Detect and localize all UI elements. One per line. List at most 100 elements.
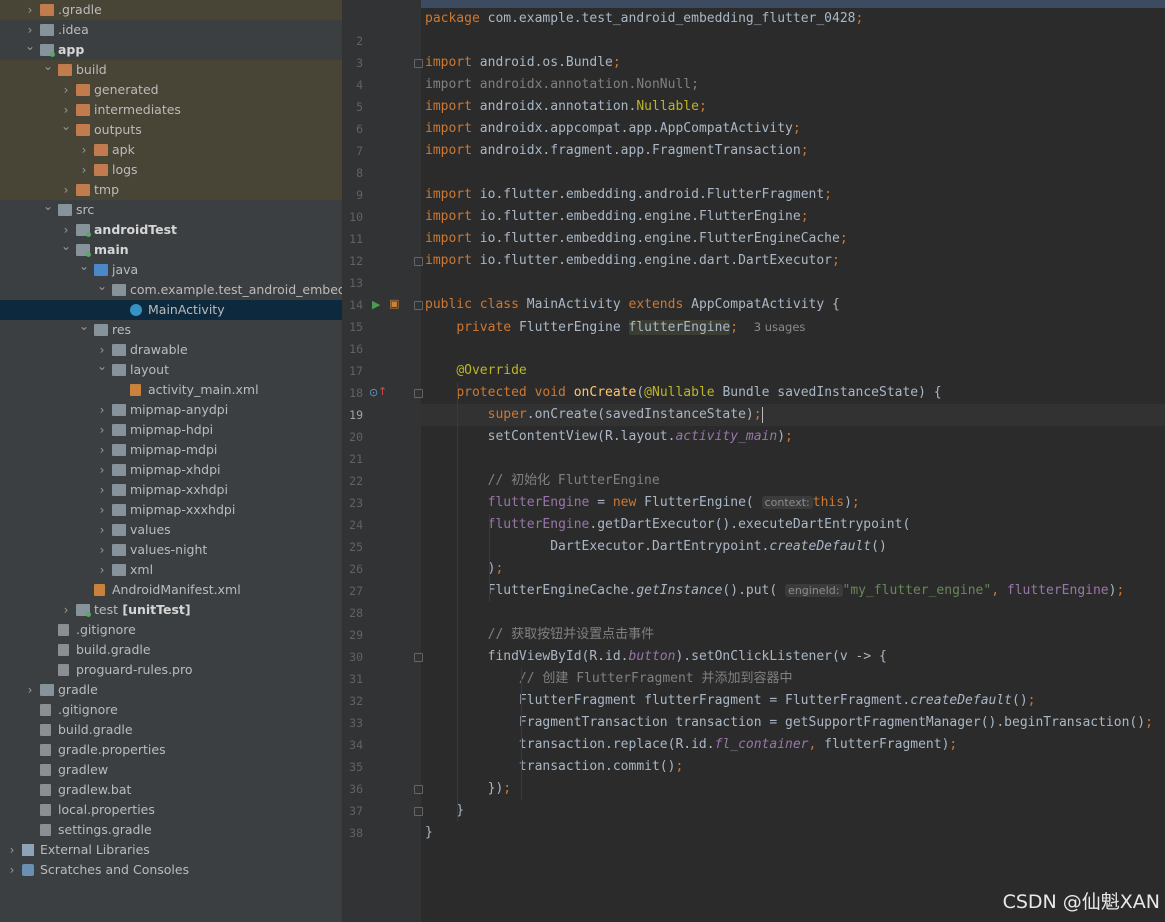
override-icon[interactable]: ⊙ <box>369 387 378 399</box>
tree-item[interactable]: › mipmap-anydpi <box>0 400 342 420</box>
tree-item[interactable]: › test [unitTest] <box>0 600 342 620</box>
chevron-right-icon[interactable]: › <box>60 180 72 200</box>
chevron-right-icon[interactable]: › <box>60 220 72 240</box>
tree-item[interactable]: › Scratches and Consoles <box>0 860 342 880</box>
chevron-down-icon[interactable]: ⌄ <box>42 60 54 76</box>
tree-item[interactable]: ⌄ res <box>0 320 342 340</box>
tree-item[interactable]: › gradle <box>0 680 342 700</box>
code-line[interactable]: super.onCreate(savedInstanceState); <box>425 404 763 426</box>
chevron-right-icon[interactable]: › <box>60 600 72 620</box>
tree-item[interactable]: local.properties <box>0 800 342 820</box>
chevron-down-icon[interactable]: ⌄ <box>78 320 90 336</box>
chevron-down-icon[interactable]: ⌄ <box>96 360 108 376</box>
chevron-right-icon[interactable]: › <box>78 140 90 160</box>
tree-item[interactable]: › .idea <box>0 20 342 40</box>
chevron-right-icon[interactable]: › <box>6 860 18 880</box>
code-line[interactable]: DartExecutor.DartEntrypoint.createDefaul… <box>425 536 887 558</box>
fold-icon[interactable] <box>414 389 423 398</box>
code-line[interactable]: import android.os.Bundle; <box>425 52 621 74</box>
tree-item[interactable]: .gitignore <box>0 620 342 640</box>
code-line[interactable]: transaction.commit(); <box>425 756 683 778</box>
tree-item[interactable]: ⌄ outputs <box>0 120 342 140</box>
code-line[interactable]: // 创建 FlutterFragment 并添加到容器中 <box>425 668 793 690</box>
code-line[interactable]: FlutterFragment flutterFragment = Flutte… <box>425 690 1036 712</box>
tree-item[interactable]: › mipmap-xxxhdpi <box>0 500 342 520</box>
fold-icon[interactable] <box>414 785 423 794</box>
tree-item[interactable]: › generated <box>0 80 342 100</box>
tree-item[interactable]: settings.gradle <box>0 820 342 840</box>
code-line[interactable]: import androidx.annotation.NonNull; <box>425 74 699 96</box>
fold-icon[interactable] <box>414 257 423 266</box>
tree-item[interactable]: › External Libraries <box>0 840 342 860</box>
tree-item[interactable]: AndroidManifest.xml <box>0 580 342 600</box>
code-line[interactable]: transaction.replace(R.id.fl_container, f… <box>425 734 957 756</box>
chevron-right-icon[interactable]: › <box>24 680 36 700</box>
code-line[interactable]: flutterEngine.getDartExecutor().executeD… <box>425 514 911 536</box>
chevron-right-icon[interactable]: › <box>60 100 72 120</box>
code-line[interactable]: } <box>425 800 464 822</box>
fold-icon[interactable] <box>414 301 423 310</box>
code-line[interactable]: import io.flutter.embedding.engine.Flutt… <box>425 206 809 228</box>
chevron-right-icon[interactable]: › <box>78 160 90 180</box>
chevron-right-icon[interactable]: › <box>60 80 72 100</box>
code-line[interactable]: private FlutterEngine flutterEngine; 3 u… <box>425 316 805 338</box>
chevron-down-icon[interactable]: ⌄ <box>60 240 72 256</box>
tree-item[interactable]: › mipmap-hdpi <box>0 420 342 440</box>
code-line[interactable]: import androidx.annotation.Nullable; <box>425 96 707 118</box>
chevron-down-icon[interactable]: ⌄ <box>42 200 54 216</box>
chevron-right-icon[interactable]: › <box>96 520 108 540</box>
chevron-right-icon[interactable]: › <box>96 480 108 500</box>
code-line[interactable]: // 初始化 FlutterEngine <box>425 470 660 492</box>
tree-item[interactable]: ⌄ com.example.test_android_embeddi <box>0 280 342 300</box>
code-line[interactable]: flutterEngine = new FlutterEngine( conte… <box>425 492 860 514</box>
code-line[interactable]: findViewById(R.id.button).setOnClickList… <box>425 646 887 668</box>
chevron-right-icon[interactable]: › <box>24 0 36 20</box>
tree-item[interactable]: › mipmap-xhdpi <box>0 460 342 480</box>
tree-item[interactable]: › androidTest <box>0 220 342 240</box>
tree-item[interactable]: › apk <box>0 140 342 160</box>
code-line[interactable]: public class MainActivity extends AppCom… <box>425 294 840 316</box>
tree-item[interactable]: ⌄ main <box>0 240 342 260</box>
tree-item[interactable]: build.gradle <box>0 720 342 740</box>
chevron-right-icon[interactable]: › <box>96 560 108 580</box>
chevron-right-icon[interactable]: › <box>96 400 108 420</box>
code-line[interactable]: } <box>425 822 433 844</box>
code-line[interactable]: setContentView(R.layout.activity_main); <box>425 426 793 448</box>
tree-item[interactable]: › xml <box>0 560 342 580</box>
code-line[interactable]: FlutterEngineCache.getInstance().put( en… <box>425 580 1125 602</box>
tree-item[interactable]: activity_main.xml <box>0 380 342 400</box>
tree-item[interactable]: gradlew <box>0 760 342 780</box>
code-line[interactable]: }); <box>425 778 512 800</box>
tree-item[interactable]: ⌄ src <box>0 200 342 220</box>
tree-item[interactable]: › intermediates <box>0 100 342 120</box>
tree-item[interactable]: › mipmap-xxhdpi <box>0 480 342 500</box>
chevron-down-icon[interactable]: ⌄ <box>60 120 72 136</box>
code-line[interactable]: import androidx.fragment.app.FragmentTra… <box>425 140 809 162</box>
code-line[interactable]: import androidx.appcompat.app.AppCompatA… <box>425 118 801 140</box>
code-line[interactable]: protected void onCreate(@Nullable Bundle… <box>425 382 941 404</box>
code-line[interactable]: FragmentTransaction transaction = getSup… <box>425 712 1153 734</box>
fold-icon[interactable] <box>414 653 423 662</box>
tree-item[interactable]: proguard-rules.pro <box>0 660 342 680</box>
chevron-down-icon[interactable]: ⌄ <box>24 40 36 56</box>
chevron-right-icon[interactable]: › <box>96 440 108 460</box>
chevron-down-icon[interactable]: ⌄ <box>96 280 108 296</box>
tree-item[interactable]: ⌄ java <box>0 260 342 280</box>
code-line[interactable]: import io.flutter.embedding.engine.Flutt… <box>425 228 848 250</box>
tree-item[interactable]: ⌄ build <box>0 60 342 80</box>
code-line[interactable]: import io.flutter.embedding.engine.dart.… <box>425 250 840 272</box>
code-line[interactable]: package com.example.test_android_embeddi… <box>425 8 863 30</box>
override-arrow-icon[interactable]: ↑ <box>378 386 387 398</box>
chevron-down-icon[interactable]: ⌄ <box>78 260 90 276</box>
chevron-right-icon[interactable]: › <box>96 340 108 360</box>
tree-item[interactable]: › tmp <box>0 180 342 200</box>
run-icon[interactable]: ▶ <box>372 299 380 311</box>
code-line[interactable]: ); <box>425 558 504 580</box>
tree-item[interactable]: build.gradle <box>0 640 342 660</box>
tree-item[interactable]: › values <box>0 520 342 540</box>
layout-preview-icon[interactable]: ▣ <box>389 298 399 310</box>
fold-icon[interactable] <box>414 807 423 816</box>
chevron-right-icon[interactable]: › <box>24 20 36 40</box>
fold-icon[interactable] <box>414 59 423 68</box>
code-line[interactable]: // 获取按钮并设置点击事件 <box>425 624 654 646</box>
